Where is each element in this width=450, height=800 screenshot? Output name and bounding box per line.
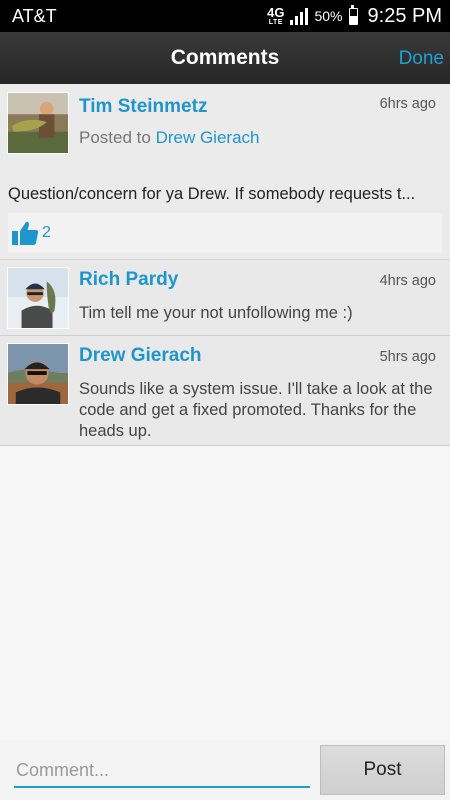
- comment-author-name[interactable]: Rich Pardy: [79, 269, 178, 291]
- comment-timestamp: 4hrs ago: [379, 273, 436, 289]
- clock: 9:25 PM: [367, 4, 442, 27]
- comment-item: Drew Gierach 5hrs ago Sounds like a syst…: [0, 336, 450, 446]
- like-count: 2: [42, 224, 51, 241]
- avatar[interactable]: [7, 92, 69, 154]
- avatar[interactable]: [7, 343, 69, 405]
- posted-to-line: Posted to Drew Gierach: [79, 128, 259, 148]
- original-post: Tim Steinmetz 6hrs ago Posted to Drew Gi…: [0, 84, 450, 260]
- battery-icon: [348, 4, 358, 25]
- status-icons: 4G LTE 50% 9:25 PM: [267, 0, 442, 32]
- done-button[interactable]: Done: [399, 48, 444, 70]
- comment-input[interactable]: [14, 754, 310, 788]
- comment-author-name[interactable]: Drew Gierach: [79, 345, 202, 367]
- comment-composer: Post: [0, 740, 450, 800]
- avatar-photo-selfie: [8, 344, 68, 404]
- network-type-icon: 4G LTE: [267, 6, 284, 26]
- carrier-label: AT&T: [12, 6, 57, 26]
- posted-to-prefix: Posted to: [79, 128, 151, 147]
- status-bar: AT&T 4G LTE 50% 9:25 PM: [0, 0, 450, 32]
- post-text[interactable]: Question/concern for ya Drew. If somebod…: [8, 185, 442, 204]
- network-type-label: 4G: [267, 5, 285, 20]
- like-bar: 2: [8, 213, 442, 253]
- comment-item: Rich Pardy 4hrs ago Tim tell me your not…: [0, 260, 450, 336]
- avatar-photo-angler: [8, 268, 68, 328]
- comment-timestamp: 5hrs ago: [379, 349, 436, 365]
- battery-percent: 50%: [314, 8, 343, 24]
- page-title: Comments: [170, 46, 280, 69]
- posted-to-link[interactable]: Drew Gierach: [156, 128, 260, 147]
- post-button[interactable]: Post: [320, 745, 445, 795]
- avatar[interactable]: [7, 267, 69, 329]
- post-author-name[interactable]: Tim Steinmetz: [79, 96, 207, 118]
- thumbs-up-icon[interactable]: [11, 219, 39, 247]
- comment-text: Tim tell me your not unfollowing me :): [79, 304, 353, 322]
- post-timestamp: 6hrs ago: [379, 96, 436, 112]
- comment-text: Sounds like a system issue. I'll take a …: [79, 380, 433, 440]
- network-sub-label: LTE: [268, 19, 283, 26]
- avatar-photo-fisherman: [8, 93, 68, 153]
- app-bar: Comments Done: [0, 32, 450, 84]
- signal-icon: [290, 7, 309, 25]
